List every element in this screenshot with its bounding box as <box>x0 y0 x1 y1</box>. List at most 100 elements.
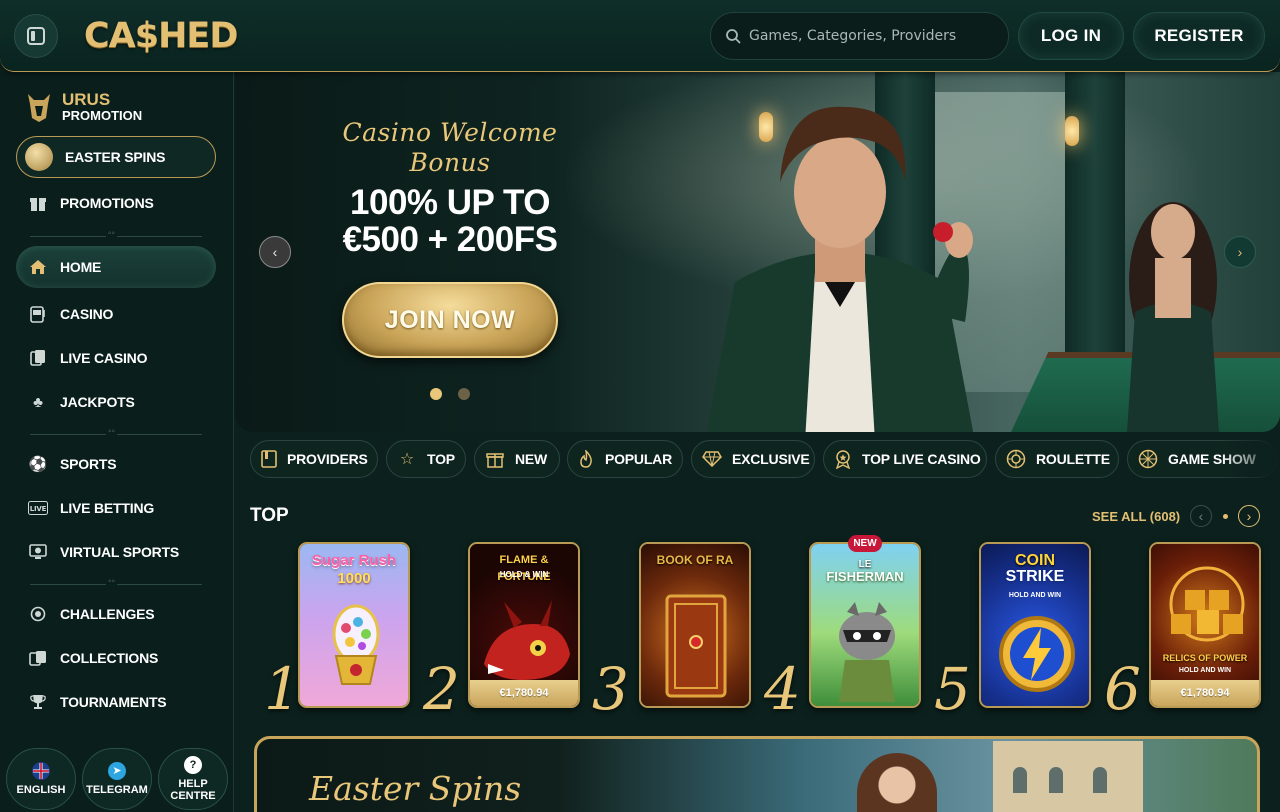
sidebar-item-promotions[interactable]: PROMOTIONS <box>16 182 216 224</box>
sidebar-item-tournaments[interactable]: TOURNAMENTS <box>16 681 216 723</box>
carousel-dot-1[interactable] <box>430 388 442 400</box>
help-label-line-1: HELP <box>178 778 208 790</box>
sidebar-item-sports[interactable]: ⚽ SPORTS <box>16 443 216 485</box>
sidebar-item-label: LIVE BETTING <box>60 500 155 516</box>
chip-label: TOP <box>427 451 455 467</box>
carousel-next-button[interactable]: › <box>1238 505 1260 527</box>
language-button[interactable]: ENGLISH <box>6 748 76 810</box>
game-card-le-fisherman[interactable]: LE FISHERMAN <box>809 542 921 708</box>
telegram-icon: ➤ <box>108 762 126 780</box>
game-title: BOOK OF RA <box>656 553 734 567</box>
top-carousel-nav: ‹ › <box>1190 504 1260 528</box>
carousel-dots <box>430 388 470 400</box>
jackpot-amount: €1,780.94 <box>1151 680 1259 706</box>
game-card-sugar-rush[interactable]: Sugar Rush 1000 <box>298 542 410 708</box>
game-card-coin-strike[interactable]: COIN STRIKE HOLD AND WIN <box>979 542 1091 708</box>
help-label-line-2: CENTRE <box>170 790 216 802</box>
register-button[interactable]: REGISTER <box>1133 12 1265 60</box>
see-all-link[interactable]: SEE ALL (608) <box>1092 509 1180 524</box>
sidebar-divider <box>30 426 202 437</box>
game-card-book-of-ra[interactable]: BOOK OF RA <box>639 542 751 708</box>
game-show-icon <box>1138 449 1158 469</box>
challenge-medal-icon <box>28 604 48 624</box>
chip-label: PROVIDERS <box>287 451 368 467</box>
jackpot-amount: €1,780.94 <box>470 680 578 706</box>
category-chip-top[interactable]: ☆ TOP <box>386 440 466 478</box>
telegram-label: TELEGRAM <box>86 784 148 796</box>
carousel-prev-button[interactable]: ‹ <box>1190 505 1212 527</box>
chip-label: TOP LIVE CASINO <box>862 451 981 467</box>
game-title-line-3: HOLD AND WIN <box>1008 592 1062 599</box>
chip-label: NEW <box>515 451 548 467</box>
login-button[interactable]: LOG IN <box>1018 12 1124 60</box>
arrow-right-icon: › <box>1237 244 1243 260</box>
top-section-title: TOP <box>250 505 289 526</box>
category-chips: PROVIDERS ☆ TOP NEW POPULAR EXCLUSIVE TO… <box>250 440 1280 478</box>
new-badge: NEW <box>848 535 882 552</box>
red-dragon-art <box>484 600 570 680</box>
providers-icon <box>261 449 277 469</box>
category-chip-exclusive[interactable]: EXCLUSIVE <box>691 440 815 478</box>
sidebar-item-challenges[interactable]: CHALLENGES <box>16 593 216 635</box>
arrow-left-icon: ‹ <box>272 244 278 260</box>
join-now-button[interactable]: JOIN NOW <box>342 282 558 358</box>
hero-banner: ‹ › Casino Welcome Bonus 100% UP TO €500… <box>235 72 1280 432</box>
sidebar-item-live-casino[interactable]: LIVE CASINO <box>16 337 216 379</box>
gumball-egg-art <box>332 604 380 685</box>
search-input[interactable] <box>749 28 989 44</box>
sidebar-item-label: CASINO <box>60 306 114 322</box>
site-logo[interactable]: CA$HED <box>84 12 238 60</box>
game-card-flame-fortune[interactable]: FLAME & FORTUNE HOLD & WIN €1,780.94 <box>468 542 580 708</box>
badge-icon <box>834 449 852 469</box>
hero-headline-1: 100% UP TO <box>350 183 550 222</box>
clover-icon: ♣ <box>33 393 43 411</box>
uk-flag-icon <box>32 762 50 780</box>
sidebar-item-collections[interactable]: COLLECTIONS <box>16 637 216 679</box>
sidebar-item-label: EASTER SPINS <box>65 149 166 165</box>
carousel-dot-2[interactable] <box>458 388 470 400</box>
sidebar-item-easter-spins[interactable]: EASTER SPINS <box>16 136 216 178</box>
hero-prev-arrow-button[interactable]: ‹ <box>259 236 291 268</box>
category-chip-providers[interactable]: PROVIDERS <box>250 440 378 478</box>
search-icon <box>726 29 741 44</box>
svg-text:LIVE: LIVE <box>30 505 47 513</box>
star-icon: ☆ <box>399 451 415 468</box>
sidebar-toggle-button[interactable] <box>14 14 58 58</box>
hero-next-arrow-button[interactable]: › <box>1224 236 1256 268</box>
sidebar-item-home[interactable]: HOME <box>16 246 216 288</box>
telegram-button[interactable]: ➤ TELEGRAM <box>82 748 152 810</box>
collections-icon <box>28 648 48 668</box>
sidebar-item-label: LIVE CASINO <box>60 350 148 366</box>
sidebar-bottom-bar: ENGLISH ➤ TELEGRAM ? HELP CENTRE <box>0 744 233 812</box>
category-chip-popular[interactable]: POPULAR <box>567 440 683 478</box>
sidebar-item-live-betting[interactable]: LIVE LIVE BETTING <box>16 487 216 529</box>
search-bar[interactable] <box>710 12 1009 60</box>
promo-script-title: Easter Spins <box>309 769 522 808</box>
soccer-ball-icon: ⚽ <box>28 456 48 473</box>
game-title-line-2: STRIKE <box>1005 568 1065 585</box>
urus-subtitle: PROMOTION <box>62 108 143 123</box>
category-chip-roulette[interactable]: ROULETTE <box>995 440 1119 478</box>
hero-headline-2: €500 + 200FS <box>342 220 558 259</box>
wall-lamp-art <box>1065 116 1079 146</box>
trophy-icon <box>28 692 48 712</box>
promo-villa-illustration <box>993 741 1143 812</box>
diamond-icon <box>702 449 722 469</box>
urus-promotion-link[interactable]: URUS PROMOTION <box>24 90 142 124</box>
game-title: COIN <box>1015 552 1055 569</box>
category-chip-new[interactable]: NEW <box>474 440 560 478</box>
sidebar: URUS PROMOTION EASTER SPINS PROMOTIONS H… <box>0 72 234 812</box>
help-centre-button[interactable]: ? HELP CENTRE <box>158 748 228 810</box>
rank-number: 4 <box>764 655 801 723</box>
game-card-relics-of-power[interactable]: RELICS OF POWER HOLD AND WIN €1,780.94 <box>1149 542 1261 708</box>
sidebar-item-casino[interactable]: CASINO <box>16 293 216 335</box>
chip-label: POPULAR <box>604 451 672 467</box>
sidebar-item-label: SPORTS <box>60 456 117 472</box>
sidebar-item-label: HOME <box>60 259 102 275</box>
sidebar-item-virtual-sports[interactable]: VIRTUAL SPORTS <box>16 531 216 573</box>
category-chip-top-live-casino[interactable]: TOP LIVE CASINO <box>823 440 987 478</box>
sidebar-divider <box>30 576 202 587</box>
sidebar-item-label: PROMOTIONS <box>60 195 154 211</box>
sidebar-item-jackpots[interactable]: ♣ JACKPOTS <box>16 381 216 423</box>
easter-spins-promo-banner[interactable]: Easter Spins <box>254 736 1260 812</box>
